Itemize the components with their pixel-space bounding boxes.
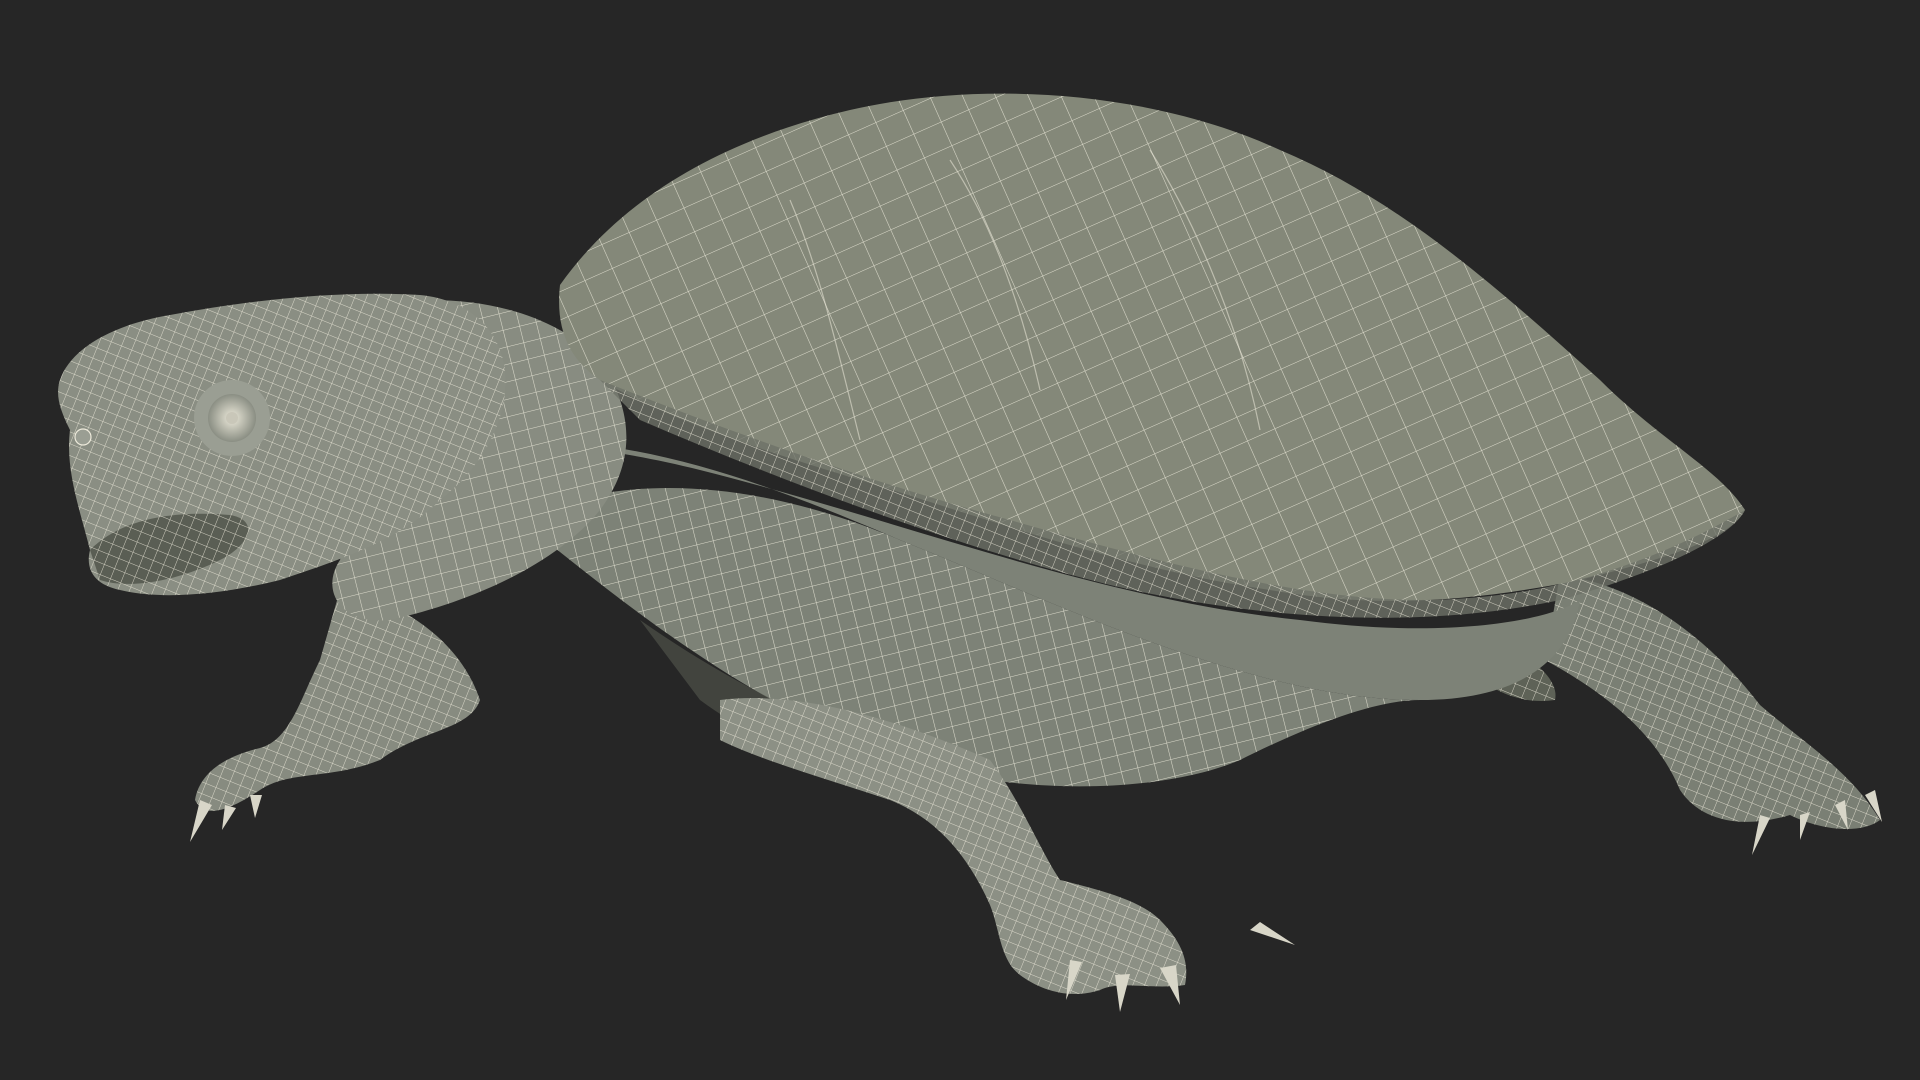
front-left-leg	[195, 590, 480, 811]
render-viewport	[58, 93, 1882, 1012]
turtle-nostril	[74, 428, 92, 446]
turtle-eye	[194, 380, 270, 456]
back-right-leg	[1545, 575, 1880, 830]
